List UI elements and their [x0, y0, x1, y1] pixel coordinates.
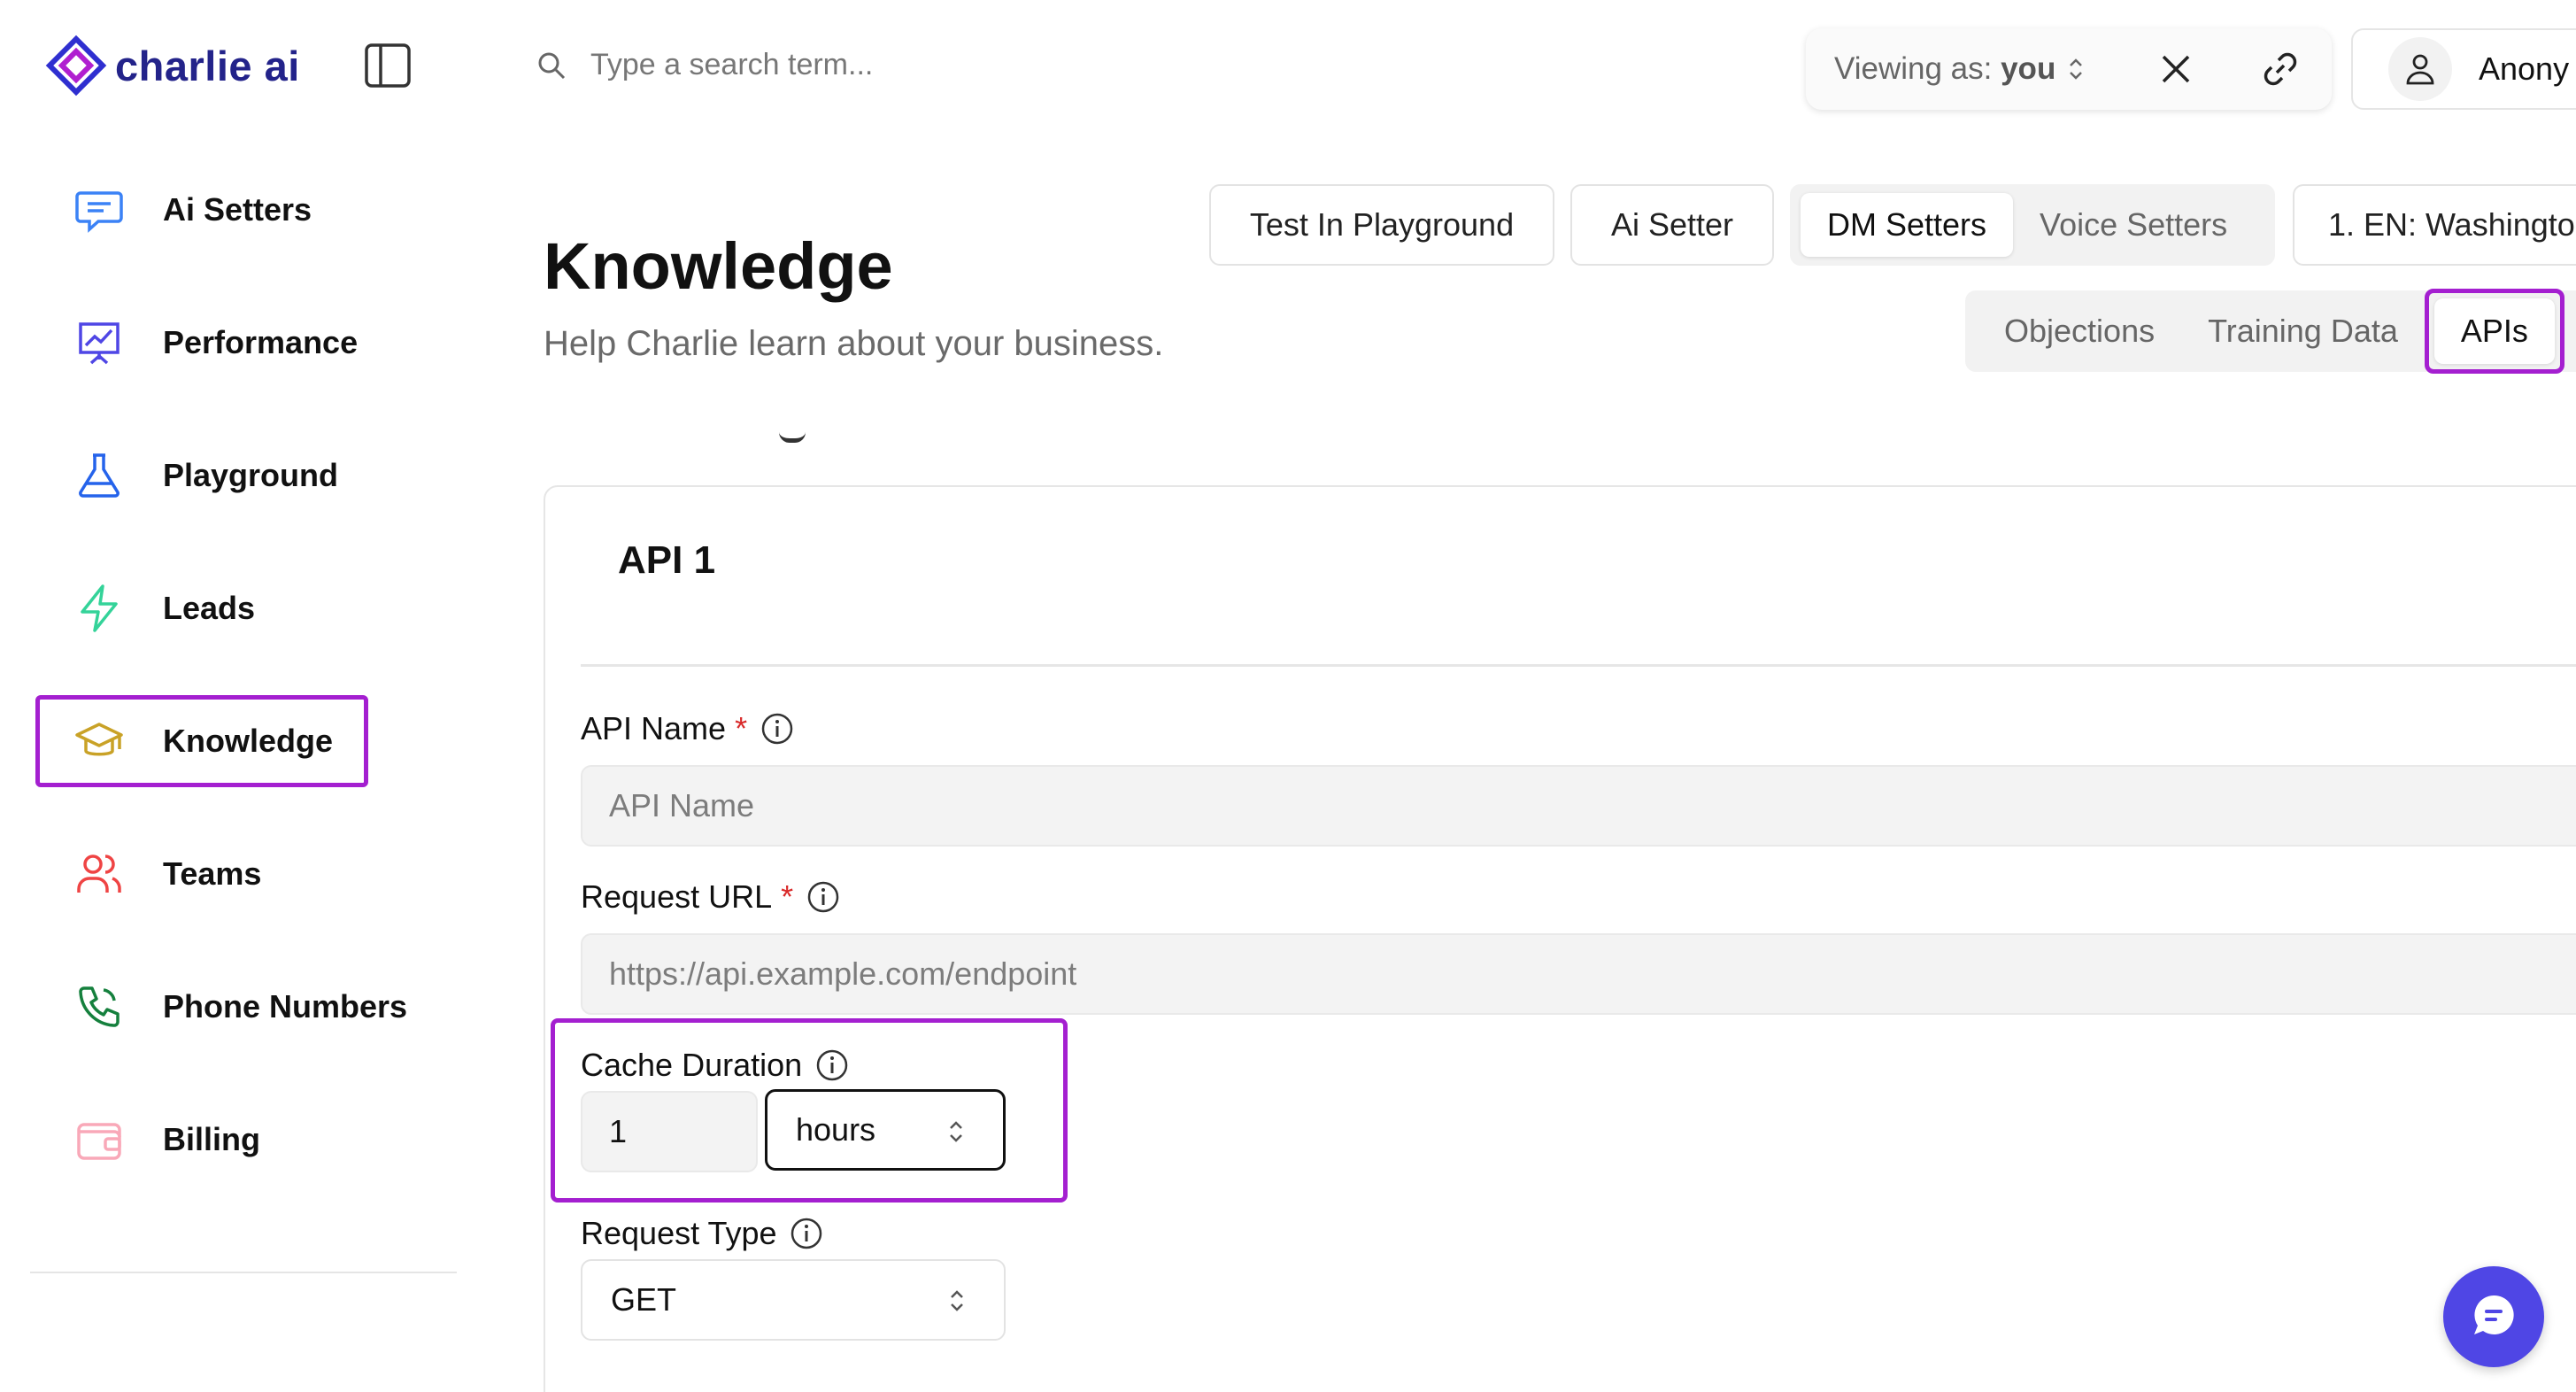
- sidebar-item-playground[interactable]: Playground: [35, 429, 460, 522]
- close-icon[interactable]: [2156, 50, 2195, 89]
- api-card-title: API 1: [618, 538, 716, 582]
- setter-type-toggle: DM Setters Voice Setters: [1790, 184, 2275, 266]
- brand-logo[interactable]: charlie ai: [44, 34, 300, 97]
- request-type-select[interactable]: GET: [581, 1259, 1006, 1341]
- tab-dm-setters[interactable]: DM Setters: [1801, 193, 2014, 257]
- required-mark: *: [781, 878, 794, 915]
- tab-training-data[interactable]: Training Data: [2181, 299, 2425, 363]
- wallet-icon: [73, 1113, 126, 1166]
- ai-setter-button[interactable]: Ai Setter: [1570, 184, 1774, 266]
- lightning-bolt-icon: [73, 582, 126, 635]
- chat-icon: [2474, 1295, 2514, 1334]
- user-name: Anony: [2479, 50, 2570, 87]
- request-type-value: GET: [611, 1281, 677, 1318]
- info-icon[interactable]: [806, 879, 841, 915]
- sidebar-item-label: Playground: [163, 457, 339, 493]
- sidebar-divider: [30, 1272, 457, 1273]
- info-icon[interactable]: [760, 711, 795, 746]
- sidebar-item-ai-setters[interactable]: Ai Setters: [35, 164, 460, 256]
- flask-icon: [73, 449, 126, 502]
- tab-voice-setters[interactable]: Voice Setters: [2013, 193, 2254, 257]
- cache-duration-unit-value: hours: [796, 1111, 876, 1148]
- sidebar-item-knowledge[interactable]: Knowledge: [35, 695, 368, 787]
- avatar: [2388, 37, 2452, 101]
- api-name-label: API Name *: [581, 710, 795, 747]
- knowledge-tabs: Objections Training Data APIs: [1965, 289, 2576, 374]
- search-icon: [538, 52, 566, 79]
- app-page: charlie ai Ai Setters Performance Playgr…: [0, 0, 2576, 1392]
- chat-bubble-icon: [73, 183, 126, 236]
- tab-apis[interactable]: APIs: [2433, 298, 2555, 364]
- viewing-as-prefix: Viewing as:: [1834, 51, 1993, 86]
- presentation-chart-icon: [73, 316, 126, 369]
- sidebar-item-label: Phone Numbers: [163, 988, 408, 1025]
- api-card: API 1 API Name * Request URL * Cache Dur…: [544, 485, 2576, 1392]
- viewing-as-control[interactable]: Viewing as: you: [1806, 28, 2332, 110]
- brand-name: charlie ai: [115, 42, 300, 89]
- phone-icon: [73, 980, 126, 1033]
- sidebar-nav: Ai Setters Performance Playground Leads: [35, 164, 460, 1226]
- sidebar-item-leads[interactable]: Leads: [35, 562, 460, 654]
- sidebar-item-label: Leads: [163, 590, 256, 626]
- sidebar-item-label: Knowledge: [163, 723, 334, 759]
- chat-support-button[interactable]: [2443, 1266, 2544, 1367]
- api-name-label-text: API Name: [581, 710, 727, 746]
- search-input[interactable]: [590, 48, 1210, 82]
- scrolled-content-fragment: [779, 432, 806, 443]
- request-type-label: Request Type: [581, 1215, 824, 1252]
- request-type-label-text: Request Type: [581, 1215, 777, 1251]
- link-icon[interactable]: [2259, 48, 2302, 90]
- users-icon: [73, 847, 126, 901]
- sidebar-item-performance[interactable]: Performance: [35, 297, 460, 389]
- sidebar-item-label: Ai Setters: [163, 191, 312, 228]
- page-subtitle: Help Charlie learn about your business.: [544, 324, 1164, 363]
- info-icon[interactable]: [789, 1216, 824, 1251]
- viewing-as-value: you: [2001, 51, 2056, 86]
- request-url-label-text: Request URL: [581, 878, 773, 915]
- sidebar-panel-icon: [365, 43, 411, 88]
- sidebar-toggle-button[interactable]: [363, 41, 413, 90]
- cache-duration-input[interactable]: [581, 1091, 758, 1172]
- sidebar-item-label: Billing: [163, 1121, 260, 1157]
- graduation-cap-icon: [73, 715, 126, 768]
- setter-select[interactable]: 1. EN: Washington: [2293, 184, 2576, 266]
- required-mark: *: [735, 710, 748, 746]
- chevron-updown-icon[interactable]: [2064, 54, 2087, 84]
- sidebar-item-teams[interactable]: Teams: [35, 828, 460, 920]
- api-name-field[interactable]: [581, 765, 2576, 847]
- request-url-label: Request URL *: [581, 878, 841, 916]
- user-menu[interactable]: Anony: [2351, 28, 2576, 110]
- tab-objections[interactable]: Objections: [1978, 299, 2181, 363]
- sidebar: charlie ai Ai Setters Performance Playgr…: [0, 0, 482, 1392]
- test-in-playground-button[interactable]: Test In Playground: [1209, 184, 1554, 266]
- sidebar-item-label: Teams: [163, 855, 262, 892]
- sidebar-item-phone-numbers[interactable]: Phone Numbers: [35, 961, 460, 1053]
- card-divider: [581, 664, 2576, 667]
- page-title: Knowledge: [544, 229, 893, 303]
- user-icon: [2406, 54, 2434, 85]
- global-search: [536, 48, 1210, 82]
- tab-apis-highlight: APIs: [2424, 289, 2564, 374]
- sidebar-item-billing[interactable]: Billing: [35, 1094, 460, 1186]
- chevron-updown-icon: [950, 1121, 962, 1142]
- charlie-logo-icon: [45, 35, 107, 97]
- viewing-as-label: Viewing as: you: [1834, 51, 2055, 87]
- request-url-field[interactable]: [581, 933, 2576, 1015]
- chevron-updown-icon: [951, 1290, 963, 1311]
- sidebar-item-label: Performance: [163, 324, 359, 360]
- cache-duration-unit-select[interactable]: hours: [765, 1089, 1006, 1171]
